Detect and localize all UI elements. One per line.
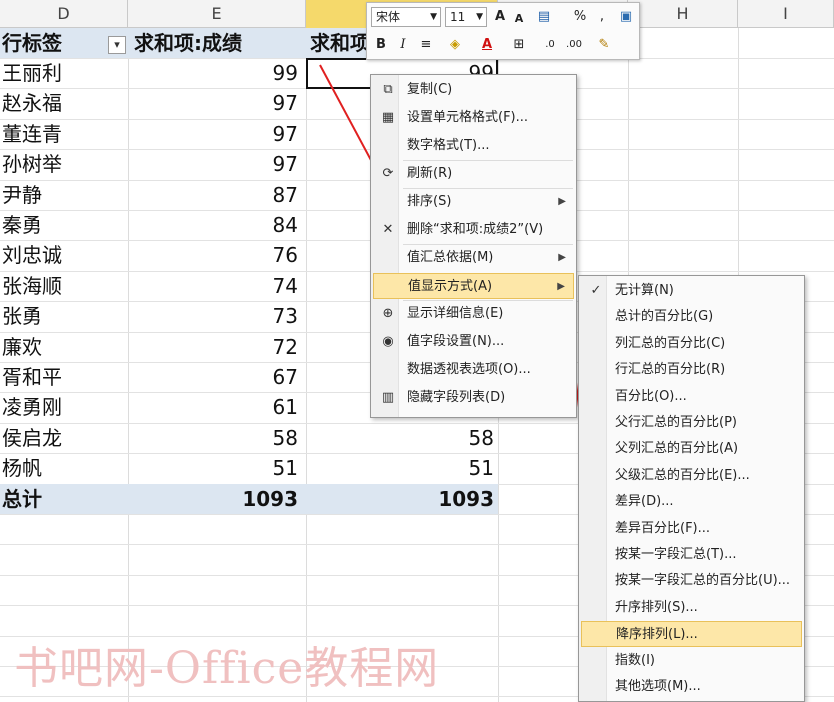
menu-item-label: 值字段设置(N)... [407,334,505,349]
submenu-item[interactable]: ✓ 无计算(N) [581,278,802,304]
submenu-item[interactable]: 升序排列(S)... [581,595,802,621]
shrink-font-button[interactable]: A [511,8,527,30]
chevron-down-icon: ▼ [476,12,483,22]
context-menu-item[interactable]: 数据透视表选项(O)... [373,357,574,383]
mini-toolbar: 宋体 ▼ 11 ▼ A A ▤ % , ▣ B I ≡ ◈ A ⊞ .0 .00… [366,2,640,60]
currency-format-button[interactable]: ▤ [531,6,557,28]
context-menu: ⧉ 复制(C) ▦ 设置单元格格式(F)... 数字格式(T)... ⟳ 刷新(R) 排序(S… [370,74,577,418]
comma-style-button[interactable]: , [593,6,611,28]
menu-item-label: 排序(S) [407,194,452,209]
submenu-item-label: 行汇总的百分比(R) [615,362,726,378]
context-menu-item[interactable]: ⟳ 刷新(R) [373,161,574,187]
context-menu-item[interactable]: 排序(S) ▶ [373,189,574,215]
submenu-item-label: 其他选项(M)... [615,679,701,694]
refresh-icon: ⟳ [382,166,394,181]
submenu-item-label: 降序排列(L)... [616,627,698,643]
submenu-item[interactable]: 差异百分比(F)... [581,516,802,542]
copy-icon: ⧉ [383,82,393,97]
submenu-item-label: 差异百分比(F)... [615,520,711,536]
context-menu-item[interactable]: ✕ 删除“求和项:成绩2”(V) [373,217,574,243]
menu-item-label: 删除“求和项:成绩2”(V) [407,222,544,237]
menu-item-label: 复制(C) [407,82,453,97]
menu-item-label: 值汇总依据(M) [407,250,494,265]
context-menu-item[interactable]: 值显示方式(A) ▶ [373,273,574,299]
submenu-item-label: 父行汇总的百分比(P) [615,415,737,430]
checkmark-icon: ✓ [590,283,602,298]
align-center-button[interactable]: ≡ [417,34,435,56]
format-icon[interactable]: ▣ [617,6,635,28]
watermark-text: 书吧网-Office教程网 [14,643,440,694]
format-cells-icon: ▦ [381,110,395,125]
font-size-box[interactable]: 11 ▼ [445,7,487,27]
submenu-item[interactable]: 按某一字段汇总的百分比(U)... [581,568,802,594]
menu-item-label: 刷新(R) [407,166,453,181]
submenu-item-label: 指数(I) [615,652,655,668]
context-menu-item[interactable]: 数字格式(T)... [373,133,574,159]
show-values-as-submenu: ✓ 无计算(N) 总计的百分比(G) 列汇总的百分比(C) 行汇总的百分比(R) 百分比(… [578,275,805,702]
context-menu-item[interactable]: ⧉ 复制(C) [373,77,574,103]
chevron-down-icon: ▼ [430,12,437,22]
context-menu-item[interactable]: ▥ 隐藏字段列表(D) [373,385,574,411]
submenu-item[interactable]: 行汇总的百分比(R) [581,357,802,383]
submenu-item[interactable]: 降序排列(L)... [581,621,802,648]
submenu-item[interactable]: 百分比(O)... [581,384,802,410]
increase-decimal-icon[interactable]: .0 [539,34,561,56]
submenu-item-label: 列汇总的百分比(C) [615,335,726,351]
percent-button[interactable]: % [571,6,589,28]
context-menu-item[interactable]: ⊕ 显示详细信息(E) [373,301,574,327]
submenu-item-label: 父级汇总的百分比(E)... [615,467,750,483]
submenu-item[interactable]: 父级汇总的百分比(E)... [581,463,802,489]
submenu-item[interactable]: 列汇总的百分比(C) [581,331,802,357]
italic-button[interactable]: I [395,34,411,56]
context-menu-item[interactable]: 值汇总依据(M) ▶ [373,245,574,271]
font-name-box[interactable]: 宋体 ▼ [371,7,441,27]
submenu-item-label: 按某一字段汇总(T)... [615,547,737,562]
submenu-item-label: 无计算(N) [615,283,674,298]
borders-icon[interactable]: ⊞ [507,34,531,56]
context-menu-item[interactable]: ▦ 设置单元格格式(F)... [373,105,574,131]
submenu-item-label: 差异(D)... [615,494,674,510]
submenu-item[interactable]: 其他选项(M)... [581,674,802,700]
menu-item-label: 显示详细信息(E) [407,306,504,321]
context-menu-item[interactable]: ◉ 值字段设置(N)... [373,329,574,355]
menu-item-label: 值显示方式(A) [408,279,493,294]
submenu-arrow-icon: ▶ [558,252,566,263]
menu-item-label: 设置单元格格式(F)... [407,110,529,125]
show-details-icon: ⊕ [382,306,394,321]
field-settings-icon: ◉ [382,334,394,349]
field-list-icon: ▥ [381,390,395,405]
decrease-decimal-icon[interactable]: .00 [563,34,585,56]
submenu-item[interactable]: 父行汇总的百分比(P) [581,410,802,436]
submenu-item-label: 总计的百分比(G) [615,309,714,325]
submenu-item[interactable]: 父列汇总的百分比(A) [581,436,802,462]
submenu-item[interactable]: 总计的百分比(G) [581,304,802,330]
submenu-arrow-icon: ▶ [557,281,565,292]
submenu-item[interactable]: 差异(D)... [581,489,802,515]
submenu-item[interactable]: 按某一字段汇总(T)... [581,542,802,568]
bold-button[interactable]: B [373,34,389,56]
font-color-button[interactable]: A [475,34,499,56]
menu-item-label: 数据透视表选项(O)... [407,362,531,377]
submenu-item-label: 升序排列(S)... [615,599,698,615]
format-painter-icon[interactable]: ✎ [593,34,615,56]
submenu-item-label: 父列汇总的百分比(A) [615,441,739,457]
delete-x-icon: ✕ [382,222,394,237]
submenu-item-label: 按某一字段汇总的百分比(U)... [615,573,791,589]
submenu-item-label: 百分比(O)... [615,388,687,404]
submenu-arrow-icon: ▶ [558,196,566,207]
menu-item-label: 隐藏字段列表(D) [407,390,506,405]
menu-item-label: 数字格式(T)... [407,138,490,153]
submenu-item[interactable]: 指数(I) [581,648,802,674]
grow-font-button[interactable]: A [491,6,509,28]
fill-color-icon[interactable]: ◈ [441,34,469,56]
